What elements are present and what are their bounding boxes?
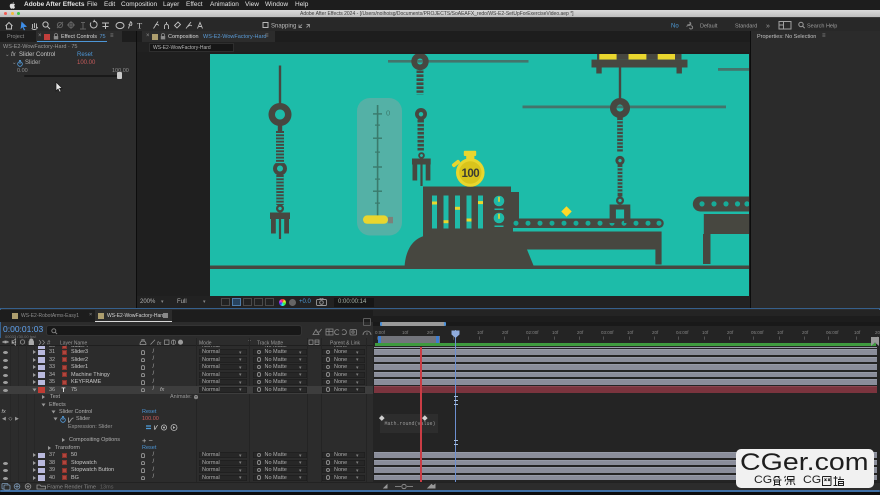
svg-text:10f: 10f [477, 330, 484, 335]
svg-text:10f: 10f [402, 330, 409, 335]
svg-text:20f: 20f [802, 330, 809, 335]
svg-text:Standard: Standard [735, 23, 757, 29]
svg-text:20f: 20f [502, 330, 509, 335]
svg-text:10f: 10f [854, 330, 861, 335]
svg-text:0:00f: 0:00f [375, 330, 386, 335]
svg-text:100: 100 [461, 168, 479, 180]
svg-text:Frame Render Time: Frame Render Time [47, 484, 96, 490]
svg-text:Search Help: Search Help [807, 23, 837, 29]
svg-text:20f: 20f [727, 330, 734, 335]
svg-text:06:00f: 06:00f [826, 330, 839, 335]
svg-text:10f: 10f [552, 330, 559, 335]
svg-text:10f: 10f [777, 330, 784, 335]
svg-text:05:00f: 05:00f [751, 330, 764, 335]
svg-text:T: T [137, 21, 143, 31]
svg-text:20f: 20f [652, 330, 659, 335]
svg-text:13ms: 13ms [100, 484, 114, 490]
svg-text:20f: 20f [427, 330, 434, 335]
svg-text:20f: 20f [577, 330, 584, 335]
svg-text:Default: Default [700, 23, 718, 29]
svg-text:04:00f: 04:00f [676, 330, 689, 335]
svg-text:No: No [671, 23, 679, 29]
svg-text:»: » [766, 23, 770, 30]
svg-text:10f: 10f [627, 330, 634, 335]
svg-text:10f: 10f [702, 330, 709, 335]
svg-text:0: 0 [386, 108, 390, 117]
svg-text:03:00f: 03:00f [601, 330, 614, 335]
svg-text:02:00f: 02:00f [526, 330, 539, 335]
svg-text:20f: 20f [875, 330, 880, 335]
svg-text:Snapping: Snapping [271, 24, 296, 30]
